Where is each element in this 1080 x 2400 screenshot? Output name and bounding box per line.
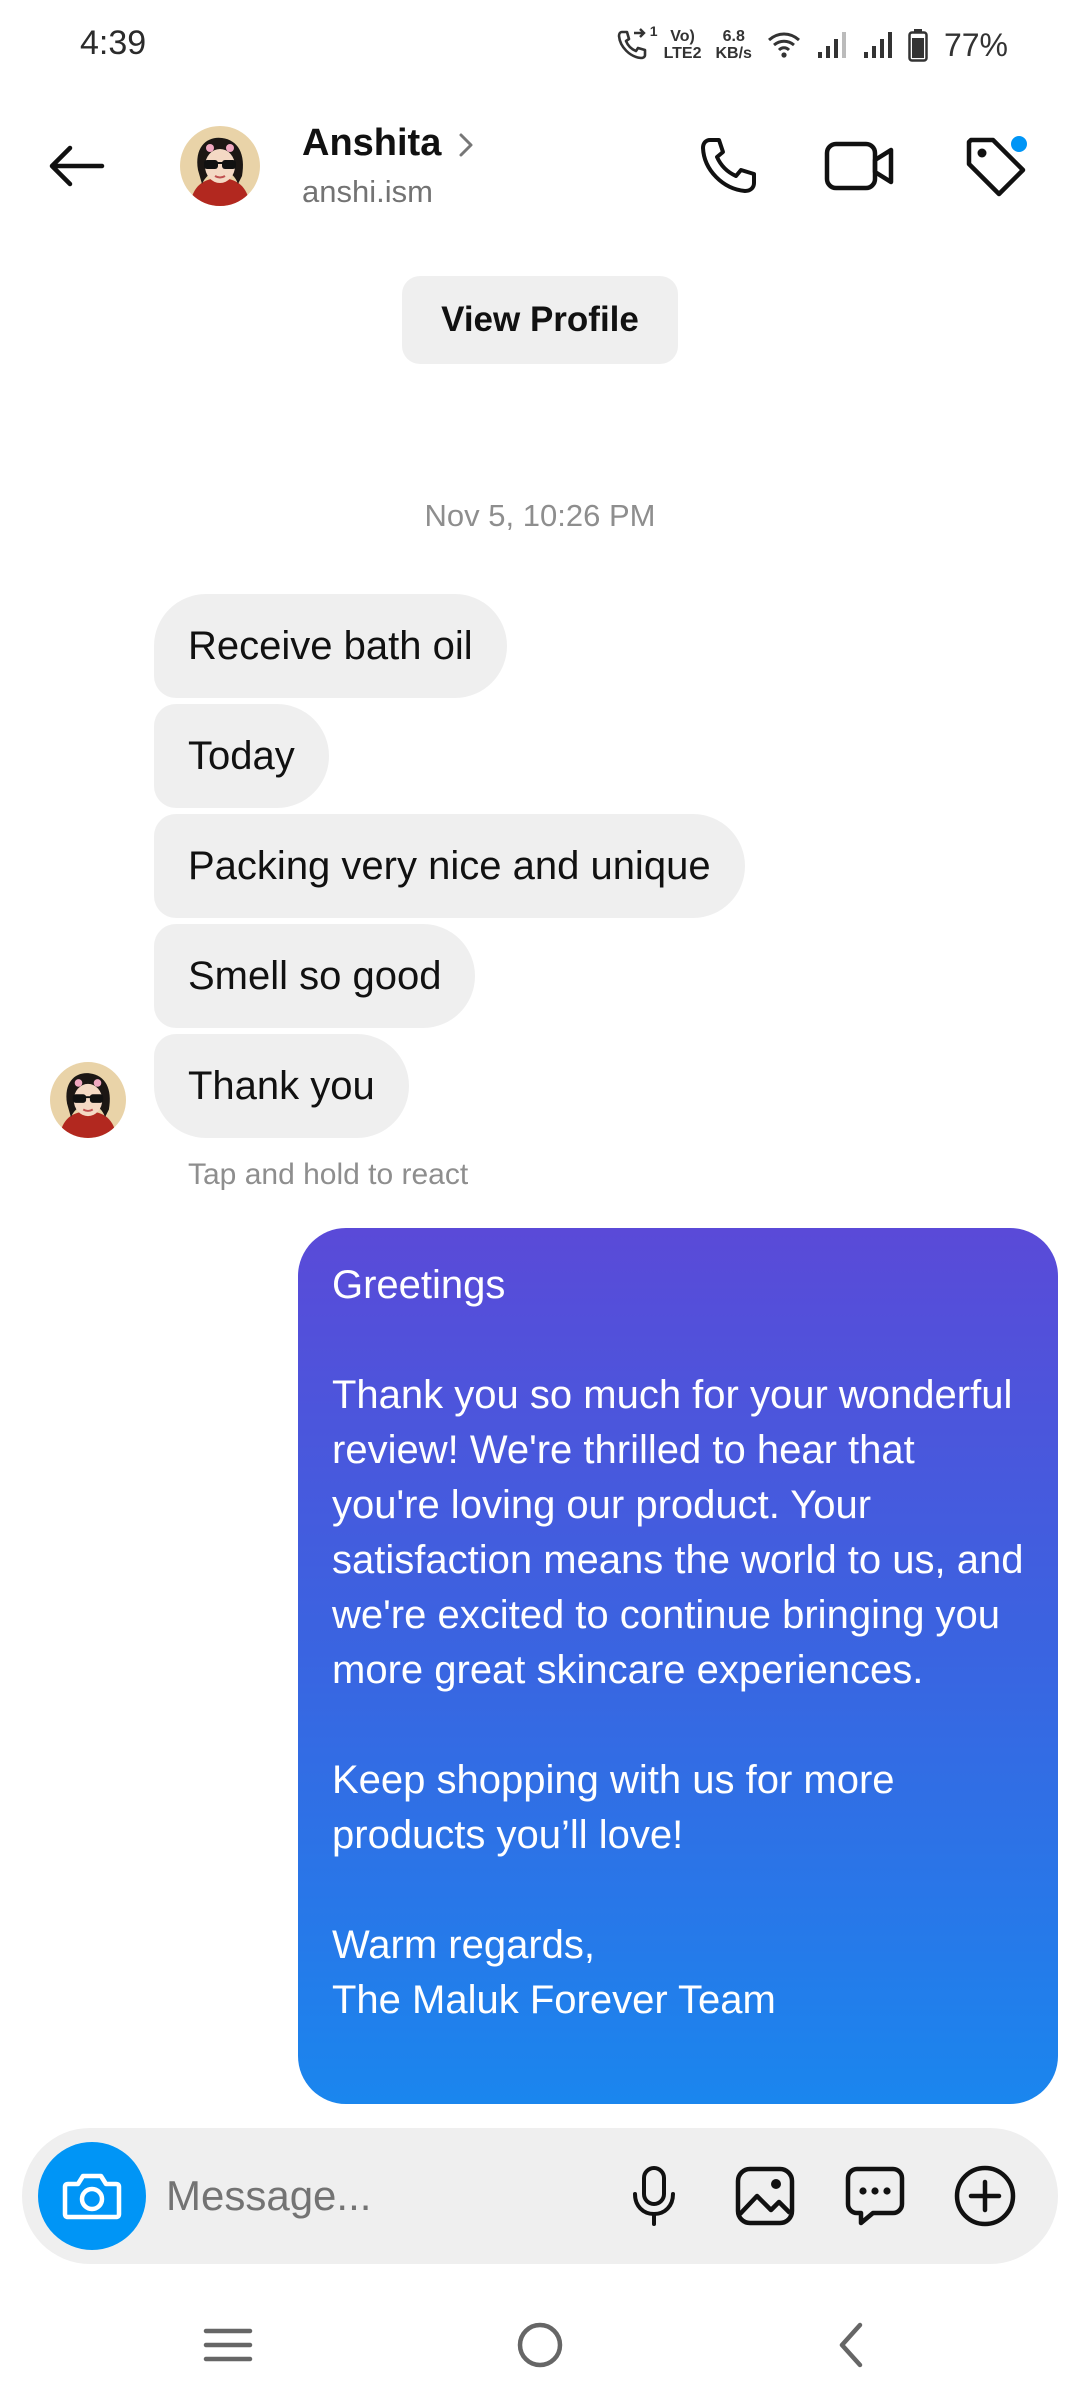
avatar[interactable] bbox=[180, 126, 260, 206]
avatar-image bbox=[180, 126, 260, 206]
menu-icon bbox=[203, 2328, 253, 2362]
message-body: Keep shopping with us for more products … bbox=[332, 1758, 906, 1857]
message-body: Thank you so much for your wonderful rev… bbox=[332, 1373, 1035, 1692]
incoming-message[interactable]: Smell so good bbox=[154, 924, 476, 1028]
tag-button[interactable] bbox=[955, 126, 1035, 206]
more-options-button[interactable] bbox=[947, 2158, 1023, 2234]
notification-dot bbox=[1009, 134, 1029, 154]
incoming-message[interactable]: Receive bath oil bbox=[154, 594, 507, 698]
system-back-button[interactable] bbox=[812, 2310, 892, 2380]
signal-icon-2 bbox=[862, 30, 894, 60]
lte-label: LTE2 bbox=[663, 45, 702, 62]
message-greeting: Greetings bbox=[332, 1263, 506, 1307]
incoming-message[interactable]: Thank you bbox=[154, 1034, 409, 1138]
home-icon bbox=[517, 2322, 563, 2368]
signal-icon-1 bbox=[816, 30, 848, 60]
battery-percent: 77% bbox=[943, 26, 1008, 63]
back-arrow-icon bbox=[49, 145, 105, 187]
video-call-button[interactable] bbox=[820, 126, 900, 206]
sticker-icon bbox=[845, 2166, 905, 2226]
incoming-message[interactable]: Today bbox=[154, 704, 329, 808]
message-timestamp: Nov 5, 10:26 PM bbox=[424, 498, 656, 533]
home-button[interactable] bbox=[500, 2310, 580, 2380]
microphone-icon bbox=[633, 2166, 675, 2226]
volte-indicator: Vo) LTE2 bbox=[664, 28, 702, 62]
chat-header: Anshita anshi.ism bbox=[0, 100, 1080, 230]
status-bar: 4:39 1 Vo) LTE2 6.8 KB/s 77% bbox=[0, 0, 1080, 90]
system-nav-bar bbox=[0, 2290, 1080, 2400]
sim-label: 1 bbox=[649, 23, 658, 39]
message-input[interactable] bbox=[166, 2158, 606, 2234]
wifi-icon bbox=[766, 30, 802, 60]
recent-apps-button[interactable] bbox=[188, 2310, 268, 2380]
message-signature: The Maluk Forever Team bbox=[332, 1978, 776, 2022]
contact-name[interactable]: Anshita bbox=[302, 122, 441, 165]
status-icons: 1 Vo) LTE2 6.8 KB/s 77% bbox=[614, 20, 1008, 70]
call-forward-icon: 1 bbox=[614, 23, 658, 63]
chevron-right-icon bbox=[459, 133, 473, 157]
data-rate-value: 6.8 bbox=[722, 28, 745, 45]
contact-handle: anshi.ism bbox=[302, 174, 433, 209]
video-camera-icon bbox=[824, 141, 894, 191]
gallery-button[interactable] bbox=[727, 2158, 803, 2234]
plus-icon bbox=[954, 2165, 1016, 2227]
avatar-image bbox=[50, 1062, 126, 1138]
data-rate: 6.8 KB/s bbox=[716, 28, 752, 62]
status-time: 4:39 bbox=[80, 24, 147, 62]
message-closing: Warm regards, bbox=[332, 1923, 596, 1967]
data-rate-unit: KB/s bbox=[715, 45, 752, 62]
camera-icon bbox=[62, 2173, 122, 2220]
react-hint: Tap and hold to react bbox=[188, 1158, 469, 1191]
outgoing-message[interactable]: Greetings Thank you so much for your won… bbox=[298, 1228, 1058, 2104]
sticker-button[interactable] bbox=[837, 2158, 913, 2234]
view-profile-button[interactable]: View Profile bbox=[402, 276, 678, 364]
camera-button[interactable] bbox=[38, 2142, 146, 2250]
back-button[interactable] bbox=[40, 130, 112, 202]
phone-icon bbox=[701, 138, 756, 193]
sender-avatar[interactable] bbox=[50, 1062, 126, 1138]
back-icon bbox=[839, 2322, 863, 2368]
message-composer bbox=[22, 2128, 1058, 2264]
incoming-message[interactable]: Packing very nice and unique bbox=[154, 814, 745, 918]
voice-call-button[interactable] bbox=[688, 126, 768, 206]
battery-icon bbox=[908, 28, 928, 62]
gallery-icon bbox=[735, 2166, 795, 2226]
voice-message-button[interactable] bbox=[616, 2158, 692, 2234]
volte-label: Vo) bbox=[670, 28, 695, 45]
